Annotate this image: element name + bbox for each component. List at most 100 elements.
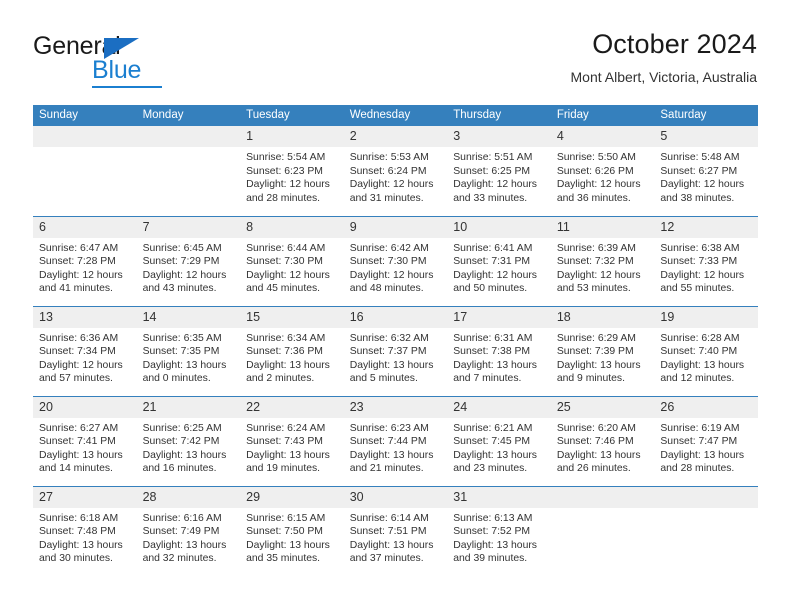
- daylight-text: Daylight: 12 hours and 36 minutes.: [556, 179, 641, 204]
- day-details: Sunrise: 6:35 AM Sunset: 7:35 PM Daylight:…: [137, 328, 241, 386]
- sunrise-text: Sunrise: 6:27 AM: [39, 422, 119, 434]
- day-details: Sunrise: 6:18 AM Sunset: 7:48 PM Daylight:…: [33, 508, 137, 566]
- sunset-text: Sunset: 7:41 PM: [39, 436, 116, 448]
- calendar-day-cell[interactable]: 6 Sunrise: 6:47 AM Sunset: 7:28 PM Daylight…: [33, 215, 137, 306]
- sunset-text: Sunset: 7:50 PM: [246, 526, 323, 538]
- daylight-text: Daylight: 13 hours and 0 minutes.: [142, 359, 227, 385]
- calendar-day-cell[interactable]: 1 Sunrise: 5:54 AM Sunset: 6:23 PM Daylight…: [240, 126, 344, 216]
- calendar-day-cell[interactable]: 11 Sunrise: 6:39 AM Sunset: 7:32 PM Dayligh…: [550, 215, 655, 306]
- calendar-day-cell[interactable]: 31 Sunrise: 6:13 AM Sunset: 7:52 PM Dayligh…: [447, 485, 551, 576]
- calendar-day-cell[interactable]: 10 Sunrise: 6:41 AM Sunset: 7:31 PM Dayligh…: [447, 215, 551, 306]
- sunrise-text: Sunrise: 6:28 AM: [660, 332, 740, 344]
- daylight-text: Daylight: 13 hours and 2 minutes.: [246, 359, 330, 385]
- calendar-day-cell[interactable]: 9 Sunrise: 6:42 AM Sunset: 7:30 PM Daylight…: [343, 215, 448, 306]
- calendar-day-cell-empty: [33, 126, 137, 216]
- daylight-text: Daylight: 12 hours and 45 minutes.: [246, 269, 330, 295]
- day-number: 26: [654, 396, 758, 418]
- day-details: Sunrise: 6:31 AM Sunset: 7:38 PM Daylight:…: [447, 328, 551, 386]
- calendar-day-cell[interactable]: 26 Sunrise: 6:19 AM Sunset: 7:47 PM Dayligh…: [654, 395, 758, 486]
- day-number: 6: [33, 216, 137, 238]
- daylight-text: Daylight: 12 hours and 48 minutes.: [349, 269, 434, 295]
- calendar-day-cell[interactable]: 15 Sunrise: 6:34 AM Sunset: 7:36 PM Dayligh…: [240, 305, 344, 396]
- calendar-body: 1 Sunrise: 5:54 AM Sunset: 6:23 PM Daylight…: [33, 126, 758, 576]
- page-title: October 2024: [592, 29, 757, 59]
- calendar-day-cell[interactable]: 12 Sunrise: 6:38 AM Sunset: 7:33 PM Dayligh…: [654, 215, 758, 306]
- sunset-text: Sunset: 7:46 PM: [556, 436, 634, 448]
- page-subtitle: Mont Albert, Victoria, Australia: [570, 69, 758, 85]
- calendar-day-cell[interactable]: 2 Sunrise: 5:53 AM Sunset: 6:24 PM Daylight…: [343, 126, 448, 216]
- calendar-day-cell[interactable]: 21 Sunrise: 6:25 AM Sunset: 7:42 PM Dayligh…: [136, 395, 241, 486]
- calendar-day-cell[interactable]: 30 Sunrise: 6:14 AM Sunset: 7:51 PM Dayligh…: [343, 485, 448, 576]
- day-number: 16: [343, 306, 448, 328]
- daylight-text: Daylight: 13 hours and 12 minutes.: [660, 359, 745, 385]
- daylight-text: Daylight: 13 hours and 9 minutes.: [556, 359, 641, 385]
- day-details: Sunrise: 6:47 AM Sunset: 7:28 PM Daylight:…: [33, 238, 137, 296]
- daylight-text: Daylight: 12 hours and 28 minutes.: [246, 179, 330, 204]
- day-details: Sunrise: 5:53 AM Sunset: 6:24 PM Daylight:…: [344, 147, 448, 205]
- day-number: 18: [550, 306, 655, 328]
- calendar-day-cell[interactable]: 13 Sunrise: 6:36 AM Sunset: 7:34 PM Dayligh…: [33, 305, 137, 396]
- sunset-text: Sunset: 7:49 PM: [142, 526, 220, 538]
- calendar-day-cell[interactable]: 14 Sunrise: 6:35 AM Sunset: 7:35 PM Dayligh…: [136, 305, 241, 396]
- calendar-day-cell[interactable]: 19 Sunrise: 6:28 AM Sunset: 7:40 PM Dayligh…: [654, 305, 758, 396]
- calendar-day-cell[interactable]: 3 Sunrise: 5:51 AM Sunset: 6:25 PM Daylight…: [447, 126, 551, 216]
- day-details: Sunrise: 5:51 AM Sunset: 6:25 PM Daylight:…: [447, 147, 551, 205]
- general-blue-logo[interactable]: General Blue: [33, 32, 243, 90]
- calendar-day-cell[interactable]: 18 Sunrise: 6:29 AM Sunset: 7:39 PM Dayligh…: [550, 305, 655, 396]
- calendar-day-cell[interactable]: 16 Sunrise: 6:32 AM Sunset: 7:37 PM Dayligh…: [343, 305, 448, 396]
- sunset-text: Sunset: 6:25 PM: [453, 165, 531, 177]
- sunset-text: Sunset: 7:51 PM: [349, 526, 427, 538]
- day-number: 29: [240, 486, 344, 508]
- calendar-day-cell[interactable]: 22 Sunrise: 6:24 AM Sunset: 7:43 PM Dayligh…: [240, 395, 344, 486]
- daylight-text: Daylight: 13 hours and 21 minutes.: [349, 449, 434, 475]
- calendar-day-cell[interactable]: 5 Sunrise: 5:48 AM Sunset: 6:27 PM Daylight…: [654, 126, 758, 216]
- day-details: Sunrise: 6:38 AM Sunset: 7:33 PM Daylight:…: [654, 238, 758, 296]
- calendar-day-cell[interactable]: 29 Sunrise: 6:15 AM Sunset: 7:50 PM Dayligh…: [240, 485, 344, 576]
- day-number: 31: [447, 486, 551, 508]
- day-number: 2: [343, 126, 448, 147]
- daylight-text: Daylight: 12 hours and 50 minutes.: [453, 269, 537, 295]
- sunrise-text: Sunrise: 5:54 AM: [246, 152, 326, 163]
- daylight-text: Daylight: 13 hours and 26 minutes.: [556, 449, 641, 475]
- calendar-header-row: Sunday Monday Tuesday Wednesday Thursday Frid…: [33, 105, 758, 126]
- weekday-header-friday: Friday: [550, 105, 655, 126]
- calendar-day-cell[interactable]: 17 Sunrise: 6:31 AM Sunset: 7:38 PM Dayligh…: [447, 305, 551, 396]
- daylight-text: Daylight: 13 hours and 23 minutes.: [453, 449, 537, 475]
- daylight-text: Daylight: 12 hours and 55 minutes.: [660, 269, 745, 295]
- weekday-header: Sunday Monday Tuesday Wednesday Thursday Frid…: [33, 105, 758, 126]
- day-number: 25: [550, 396, 655, 418]
- sunrise-text: Sunrise: 6:25 AM: [142, 422, 222, 434]
- calendar-week-row: 27 Sunrise: 6:18 AM Sunset: 7:48 PM Dayligh…: [33, 485, 758, 576]
- day-details: Sunrise: 6:32 AM Sunset: 7:37 PM Daylight:…: [344, 328, 448, 386]
- sunrise-text: Sunrise: 5:51 AM: [453, 152, 533, 163]
- day-number: 7: [136, 216, 241, 238]
- weekday-header-wednesday: Wednesday: [343, 105, 448, 126]
- calendar-day-cell[interactable]: 20 Sunrise: 6:27 AM Sunset: 7:41 PM Dayligh…: [33, 395, 137, 486]
- logo-text-blue: Blue: [92, 56, 142, 84]
- calendar-day-cell[interactable]: 24 Sunrise: 6:21 AM Sunset: 7:45 PM Dayligh…: [447, 395, 551, 486]
- day-number: 8: [240, 216, 344, 238]
- sunrise-text: Sunrise: 6:31 AM: [453, 332, 533, 344]
- calendar-day-cell[interactable]: 23 Sunrise: 6:23 AM Sunset: 7:44 PM Dayligh…: [343, 395, 448, 486]
- sunset-text: Sunset: 6:26 PM: [556, 165, 634, 177]
- sunrise-text: Sunrise: 6:21 AM: [453, 422, 533, 434]
- sunrise-text: Sunrise: 6:18 AM: [39, 512, 119, 524]
- calendar-day-cell[interactable]: 27 Sunrise: 6:18 AM Sunset: 7:48 PM Dayligh…: [33, 485, 137, 576]
- weekday-header-monday: Monday: [136, 105, 241, 126]
- day-details: Sunrise: 6:45 AM Sunset: 7:29 PM Daylight:…: [137, 238, 241, 296]
- daylight-text: Daylight: 13 hours and 32 minutes.: [142, 539, 227, 565]
- calendar-day-cell[interactable]: 28 Sunrise: 6:16 AM Sunset: 7:49 PM Dayligh…: [136, 485, 241, 576]
- sunset-text: Sunset: 7:30 PM: [246, 256, 323, 268]
- daylight-text: Daylight: 12 hours and 33 minutes.: [453, 179, 537, 204]
- day-number: [33, 126, 137, 147]
- daylight-text: Daylight: 13 hours and 35 minutes.: [246, 539, 330, 565]
- calendar-day-cell[interactable]: 8 Sunrise: 6:44 AM Sunset: 7:30 PM Daylight…: [240, 215, 344, 306]
- sunrise-text: Sunrise: 6:39 AM: [556, 242, 636, 254]
- sunrise-text: Sunrise: 6:36 AM: [39, 332, 119, 344]
- calendar-day-cell[interactable]: 25 Sunrise: 6:20 AM Sunset: 7:46 PM Dayligh…: [550, 395, 655, 486]
- sunrise-text: Sunrise: 6:44 AM: [246, 242, 326, 254]
- sunrise-text: Sunrise: 6:20 AM: [556, 422, 636, 434]
- calendar-day-cell[interactable]: 7 Sunrise: 6:45 AM Sunset: 7:29 PM Daylight…: [136, 215, 241, 306]
- calendar-day-cell[interactable]: 4 Sunrise: 5:50 AM Sunset: 6:26 PM Daylight…: [550, 126, 655, 216]
- weekday-header-thursday: Thursday: [447, 105, 551, 126]
